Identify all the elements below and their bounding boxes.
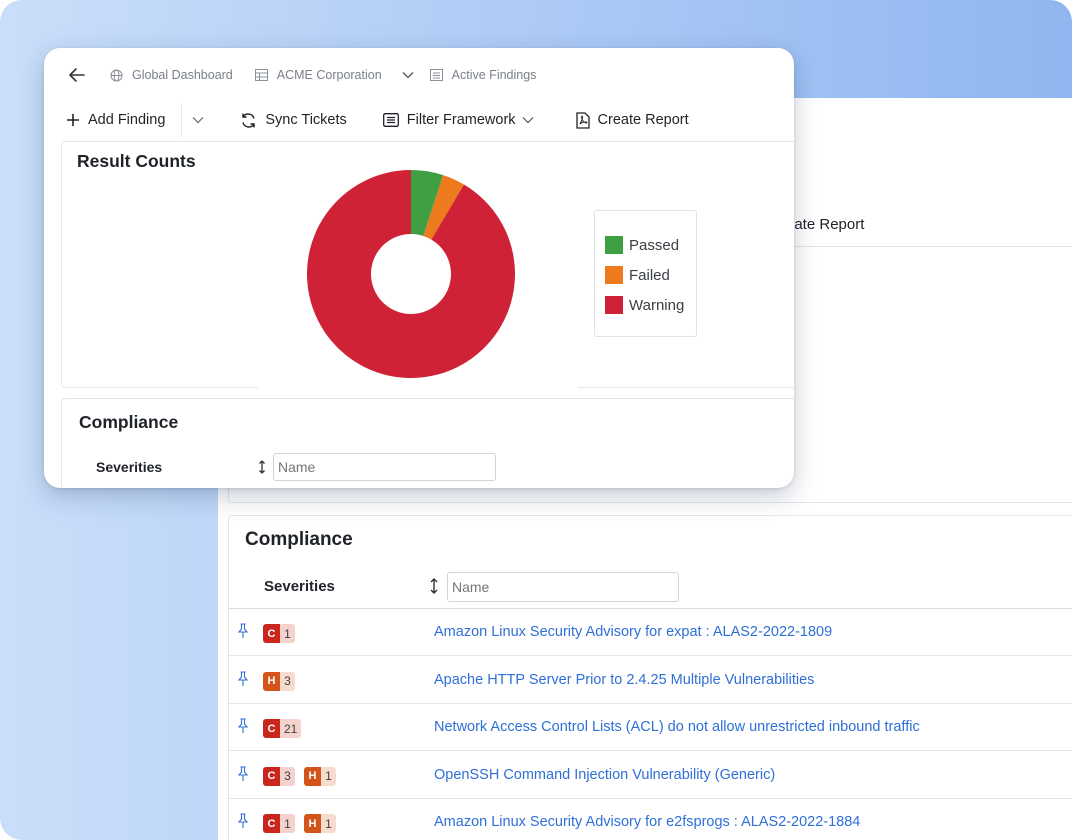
legend-swatch-passed <box>605 236 623 254</box>
toolbar: Add Finding Sync Tickets Filter Framewor… <box>66 103 689 137</box>
table-row[interactable]: C 21 Network Access Control Lists (ACL) do… <box>229 704 1072 751</box>
badge-count: 1 <box>321 814 336 833</box>
result-counts-panel: Result Counts Passed Failed Warning <box>61 141 794 393</box>
filter-framework-label: Filter Framework <box>406 112 516 128</box>
add-finding-label: Add Finding <box>88 112 166 128</box>
severity-badges: C1H1 <box>263 814 336 833</box>
pin-icon[interactable] <box>237 813 249 829</box>
severity-badges: C3H1 <box>263 766 336 786</box>
badge-count: 3 <box>280 766 295 786</box>
table-row[interactable]: C 3 H 1 OpenSSH Command Injection Vulnerabil… <box>229 752 1072 799</box>
finding-title-link[interactable]: Amazon Linux Security Advisory for e2fsp… <box>434 814 860 830</box>
legend-label-warning: Warning <box>629 296 685 314</box>
pin-icon[interactable] <box>237 765 249 782</box>
finding-title-link[interactable]: Network Access Control Lists (ACL) do no… <box>434 719 920 735</box>
table-row[interactable]: C 1 H 1 Amazon Linux Security Advisory for e… <box>229 799 1072 840</box>
severity-badges: C1 <box>263 624 295 643</box>
pin-icon[interactable] <box>237 718 249 734</box>
create-report-button[interactable]: Create Report <box>575 111 689 129</box>
add-finding-button[interactable]: Add Finding <box>66 112 165 128</box>
chevron-down-icon <box>522 117 533 124</box>
badge-count: 21 <box>280 719 302 738</box>
legend-swatch-warning <box>605 296 623 314</box>
panel-border-gap <box>258 381 578 393</box>
badge-count: 3 <box>280 671 295 691</box>
compliance-title: Compliance <box>79 412 179 432</box>
table-row[interactable]: C 1 Amazon Linux Security Advisory for exp… <box>229 609 1072 656</box>
sync-tickets-button[interactable]: Sync Tickets <box>240 112 347 129</box>
critical-badge: C1 <box>263 624 295 643</box>
breadcrumb-label: Global Dashboard <box>132 68 233 82</box>
breadcrumb-acme-corporation[interactable]: ACME Corporation <box>254 68 382 82</box>
critical-badge: C3 <box>263 766 295 786</box>
sort-icon[interactable] <box>257 459 267 475</box>
toolbar-separator <box>181 103 183 137</box>
globe-icon <box>110 69 123 81</box>
donut-slice-warning[interactable] <box>307 170 515 378</box>
badge-level: H <box>304 766 321 786</box>
severities-column-header[interactable]: Severities <box>96 459 162 475</box>
legend-swatch-failed <box>605 266 623 284</box>
name-filter-input[interactable] <box>447 572 679 602</box>
legend-item-warning[interactable]: Warning <box>595 284 696 326</box>
badge-count: 1 <box>321 766 336 786</box>
back-arrow-icon[interactable] <box>68 66 86 84</box>
result-counts-title: Result Counts <box>77 151 196 171</box>
chart-legend: Passed Failed Warning <box>594 210 697 337</box>
breadcrumb: Global Dashboard ACME Corporation Active… <box>68 65 558 85</box>
result-counts-donut-chart <box>307 170 515 378</box>
breadcrumb-label: Active Findings <box>451 68 537 82</box>
chevron-down-icon[interactable] <box>402 71 414 79</box>
severity-badges: H3 <box>263 671 295 691</box>
plus-icon <box>67 114 79 126</box>
high-badge: H1 <box>304 814 336 833</box>
list-filter-icon <box>382 113 399 127</box>
front-window: Global Dashboard ACME Corporation Active… <box>44 48 794 488</box>
finding-title-link[interactable]: Apache HTTP Server Prior to 2.4.25 Multi… <box>434 672 814 688</box>
severity-badges: C 21 <box>263 719 302 738</box>
critical-badge: C1 <box>263 814 295 833</box>
badge-count: 1 <box>280 814 295 833</box>
breadcrumb-label: ACME Corporation <box>276 68 382 82</box>
compliance-panel: Compliance Severities C1Amazon Linux Sec… <box>228 515 1072 840</box>
breadcrumb-active-findings[interactable]: Active Findings <box>429 68 537 82</box>
badge-count: 1 <box>280 624 295 643</box>
pin-icon[interactable] <box>237 670 249 687</box>
sync-tickets-label: Sync Tickets <box>265 112 347 128</box>
create-report-label: Create Report <box>597 112 689 128</box>
table-row[interactable]: H 3 Apache HTTP Server Prior to 2.4.25 Mul… <box>229 657 1072 704</box>
sort-icon[interactable] <box>428 577 440 595</box>
badge-level: C <box>263 719 280 738</box>
finding-title-link[interactable]: OpenSSH Command Injection Vulnerability … <box>434 767 775 783</box>
badge-level: H <box>263 671 280 691</box>
list-icon <box>429 69 443 81</box>
legend-label-failed: Failed <box>629 266 670 284</box>
create-report-button-partial[interactable]: eate Report <box>786 216 864 233</box>
name-filter-input[interactable] <box>273 453 496 481</box>
critical-badge: C 21 <box>263 719 302 738</box>
table-icon <box>254 69 268 81</box>
filter-framework-dropdown[interactable]: Filter Framework <box>382 112 542 128</box>
high-badge: H1 <box>304 766 336 786</box>
severities-column-header[interactable]: Severities <box>264 578 335 595</box>
pdf-file-icon <box>575 111 590 129</box>
badge-level: H <box>304 814 321 833</box>
breadcrumb-global-dashboard[interactable]: Global Dashboard <box>110 68 233 82</box>
pin-icon[interactable] <box>237 623 249 639</box>
high-badge: H3 <box>263 671 295 691</box>
sync-icon <box>242 112 256 128</box>
chevron-down-icon[interactable] <box>192 116 204 124</box>
compliance-title: Compliance <box>245 529 353 550</box>
badge-level: C <box>263 624 280 643</box>
badge-level: C <box>263 766 280 786</box>
legend-label-passed: Passed <box>629 236 680 254</box>
finding-title-link[interactable]: Amazon Linux Security Advisory for expat… <box>434 624 832 640</box>
badge-level: C <box>263 814 280 833</box>
compliance-panel-front: Compliance Severities <box>61 398 794 488</box>
